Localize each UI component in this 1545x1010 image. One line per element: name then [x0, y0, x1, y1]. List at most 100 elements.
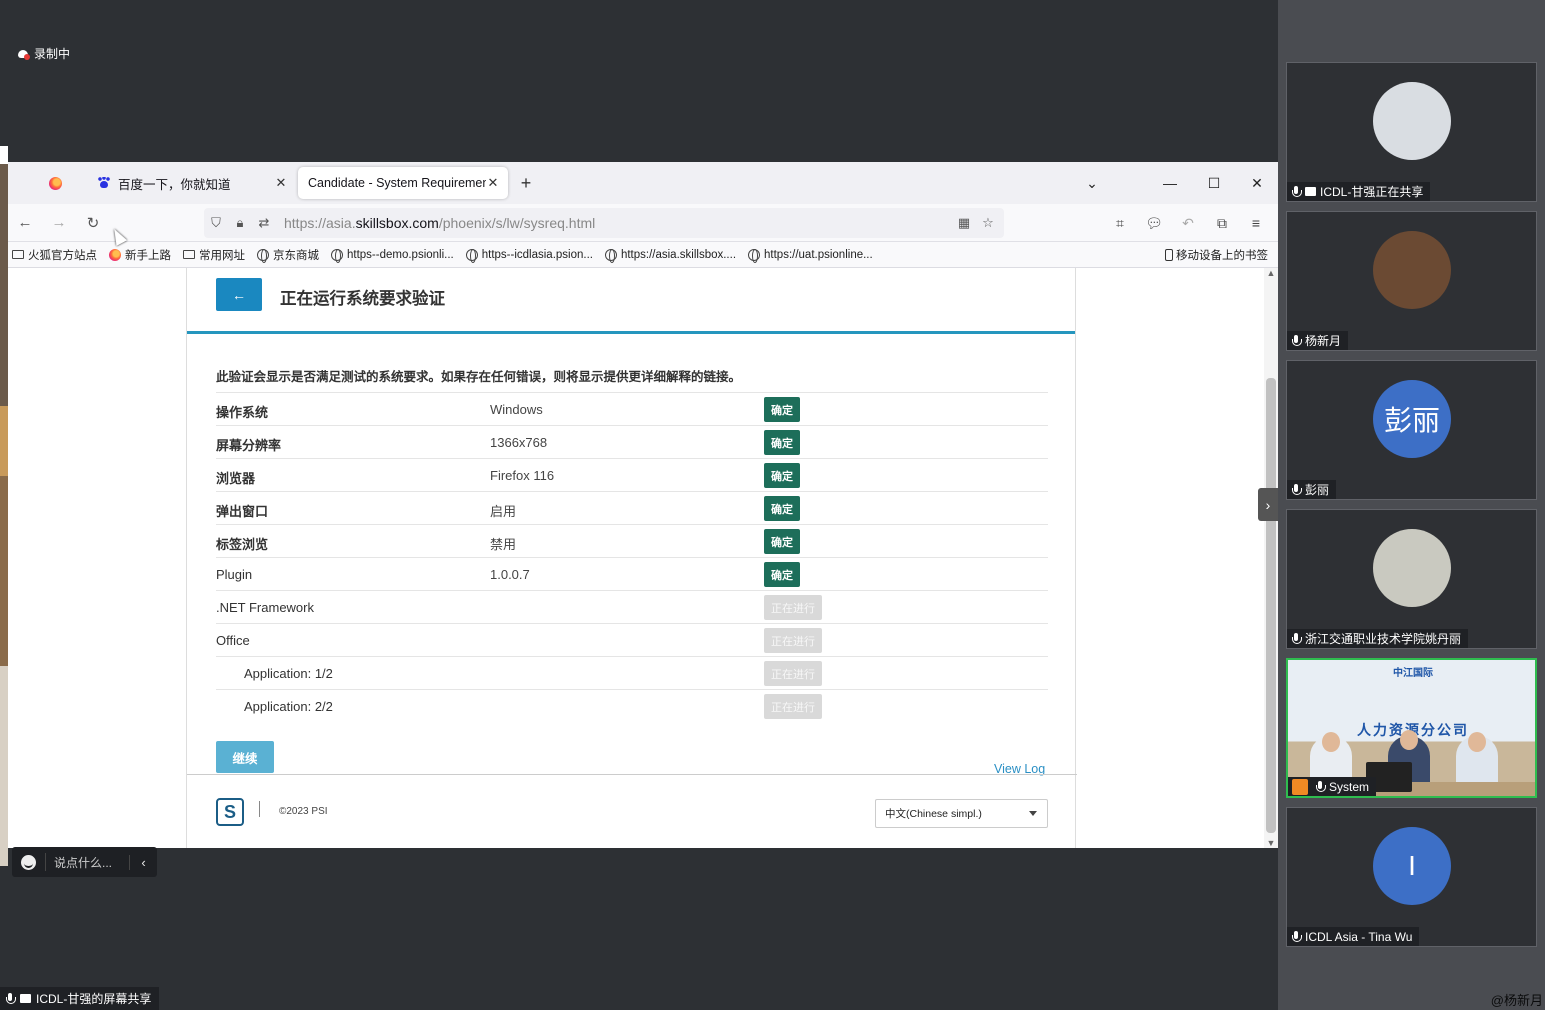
- tab-candidate-system-requirement[interactable]: Candidate - System Requirement ✕: [298, 167, 508, 199]
- extensions-icon[interactable]: ⧉: [1205, 204, 1239, 242]
- close-tab-icon[interactable]: ✕: [274, 175, 288, 191]
- bookmark-item[interactable]: https://uat.psionline...: [748, 248, 873, 263]
- avatar-initials: 彭丽: [1383, 405, 1440, 436]
- language-select[interactable]: 中文(Chinese simpl.): [875, 799, 1048, 828]
- shield-icon[interactable]: ⛉: [204, 215, 228, 231]
- bookmark-label: https--icdlasia.psion...: [481, 248, 593, 261]
- status-ok-badge: 确定: [764, 463, 800, 488]
- folder-icon: [183, 250, 195, 259]
- forward-arrow-icon[interactable]: →: [42, 214, 76, 231]
- arrow-left-icon: ←: [232, 286, 246, 303]
- person-head: [1468, 732, 1486, 752]
- footer-divider: [187, 774, 1077, 775]
- bookmark-item[interactable]: https--icdlasia.psion...: [465, 248, 593, 263]
- mobile-bookmarks[interactable]: 移动设备上的书签: [1165, 242, 1268, 268]
- screen-share-label: ICDL-甘强的屏幕共享: [0, 987, 160, 1010]
- participant-name-tag: System: [1288, 777, 1377, 796]
- status-pending-badge: 正在进行: [764, 628, 822, 653]
- host-badge-icon: [1292, 778, 1308, 795]
- continue-button[interactable]: 继续: [216, 741, 274, 773]
- tab-bar: 百度一下，你就知道 ✕ Candidate - System Requireme…: [8, 162, 1278, 204]
- qr-code-icon[interactable]: ▦: [952, 215, 976, 231]
- reload-icon[interactable]: ↻: [76, 214, 110, 232]
- requirement-row: Application: 1/2 正在进行: [216, 656, 1048, 689]
- mobile-bookmarks-label: 移动设备上的书签: [1176, 250, 1268, 262]
- permissions-icon[interactable]: ⇄: [252, 215, 276, 231]
- participant-name: ICDL Asia - Tina Wu: [1305, 929, 1413, 944]
- participant-tile[interactable]: 浙江交通职业技术学院姚丹丽: [1286, 509, 1537, 649]
- screen-share-icon: [20, 994, 31, 1003]
- avatar: [1373, 529, 1451, 607]
- requirement-row: 操作系统 Windows 确定: [216, 392, 1048, 425]
- bookmark-label: 常用网址: [199, 249, 245, 262]
- participant-name-tag: 彭丽: [1287, 480, 1337, 499]
- participant-name: 彭丽: [1305, 483, 1330, 497]
- tab-baidu[interactable]: 百度一下，你就知道 ✕: [88, 167, 296, 199]
- undo-arrow-icon[interactable]: ↶: [1171, 204, 1205, 242]
- participant-tile[interactable]: ICDL-甘强正在共享: [1286, 62, 1537, 202]
- participant-tile-active-speaker[interactable]: 中江国际 人力资源分公司 System: [1286, 658, 1537, 798]
- participant-tile[interactable]: 彭丽 彭丽: [1286, 360, 1537, 500]
- new-tab-plus-icon[interactable]: +: [508, 173, 544, 194]
- background-window-edge: [0, 146, 8, 866]
- bookmark-label: 新手上路: [125, 249, 171, 262]
- bookmark-star-icon[interactable]: ☆: [976, 215, 1000, 231]
- requirement-name: 弹出窗口: [216, 504, 269, 519]
- collapse-panel-button[interactable]: ›: [1258, 488, 1278, 521]
- requirement-row: Plugin 1.0.0.7 确定: [216, 557, 1048, 590]
- chat-input-bar[interactable]: 说点什么... ‹: [12, 847, 157, 877]
- status-ok-badge: 确定: [764, 529, 800, 554]
- globe-icon: [257, 248, 269, 263]
- menu-hamburger-icon[interactable]: ≡: [1239, 204, 1273, 242]
- participants-panel: ICDL-甘强正在共享 杨新月 彭丽 彭丽 浙江交通职业技术学院姚丹丽 中江国际…: [1278, 0, 1545, 1010]
- back-arrow-icon[interactable]: ←: [8, 214, 42, 231]
- bookmarks-toolbar: 火狐官方站点 新手上路 常用网址 京东商城 https--demo.psionl…: [8, 242, 1278, 268]
- globe-icon: [604, 248, 617, 263]
- participant-name: 浙江交通职业技术学院姚丹丽: [1305, 632, 1462, 646]
- url-text[interactable]: https://asia.skillsbox.com/phoenix/s/lw/…: [276, 215, 952, 231]
- chevron-left-icon[interactable]: ‹: [129, 854, 157, 870]
- firefox-icon[interactable]: [49, 176, 62, 190]
- tab-title: Candidate - System Requirement: [308, 176, 486, 190]
- participant-name: ICDL-甘强正在共享: [1320, 185, 1424, 199]
- avatar: 彭丽: [1373, 380, 1451, 458]
- requirements-table: 操作系统 Windows 确定 屏幕分辨率 1366x768 确定 浏览器 Firefox 1…: [216, 392, 1048, 722]
- emoji-button[interactable]: [12, 853, 46, 871]
- close-tab-icon[interactable]: ✕: [486, 175, 500, 191]
- close-window-icon[interactable]: ✕: [1235, 162, 1279, 204]
- scroll-down-icon[interactable]: ▼: [1264, 838, 1278, 848]
- lock-icon[interactable]: 🔒︎: [228, 215, 252, 231]
- screenshot-crop-icon[interactable]: ⌗: [1103, 204, 1137, 242]
- requirement-value: 1.0.0.7: [490, 567, 530, 582]
- participant-tile[interactable]: 杨新月: [1286, 211, 1537, 351]
- url-bar[interactable]: ⛉ 🔒︎ ⇄ https://asia.skillsbox.com/phoeni…: [204, 208, 1004, 238]
- requirement-value: Windows: [490, 402, 543, 417]
- bookmark-item[interactable]: https://asia.skillsbox....: [604, 248, 736, 263]
- minimize-icon[interactable]: —: [1148, 162, 1192, 204]
- page-scrollbar[interactable]: ▲ ▼: [1264, 268, 1278, 848]
- tab-title: 百度一下，你就知道: [118, 177, 231, 192]
- bookmark-item[interactable]: 新手上路: [109, 247, 171, 263]
- participant-tile[interactable]: I ICDL Asia - Tina Wu: [1286, 807, 1537, 947]
- bookmark-item[interactable]: 京东商城: [257, 247, 319, 263]
- requirement-name: Plugin: [216, 567, 253, 582]
- bookmark-item[interactable]: 常用网址: [183, 247, 245, 263]
- baidu-paw-icon: [98, 177, 110, 189]
- requirement-name: Application: 1/2: [244, 666, 333, 681]
- chat-bubble-icon[interactable]: 💬︎: [1137, 204, 1171, 242]
- person-head: [1322, 732, 1340, 752]
- maximize-icon[interactable]: ☐: [1192, 162, 1236, 204]
- requirement-value: 禁用: [490, 537, 517, 552]
- requirement-value: 1366x768: [490, 435, 548, 450]
- bookmark-item[interactable]: 火狐官方站点: [12, 247, 97, 263]
- scroll-up-icon[interactable]: ▲: [1264, 268, 1278, 278]
- globe-icon: [748, 248, 761, 263]
- list-all-tabs-chevron-icon[interactable]: ⌄: [1070, 162, 1114, 204]
- requirement-row: Application: 2/2 正在进行: [216, 689, 1048, 722]
- scrollbar-thumb[interactable]: [1266, 378, 1276, 833]
- bookmark-item[interactable]: https--demo.psionli...: [331, 248, 454, 263]
- chat-placeholder[interactable]: 说点什么...: [46, 854, 129, 871]
- back-button[interactable]: ←: [216, 278, 262, 311]
- recording-label: 录制中: [34, 47, 71, 61]
- requirement-name: 操作系统: [216, 405, 269, 420]
